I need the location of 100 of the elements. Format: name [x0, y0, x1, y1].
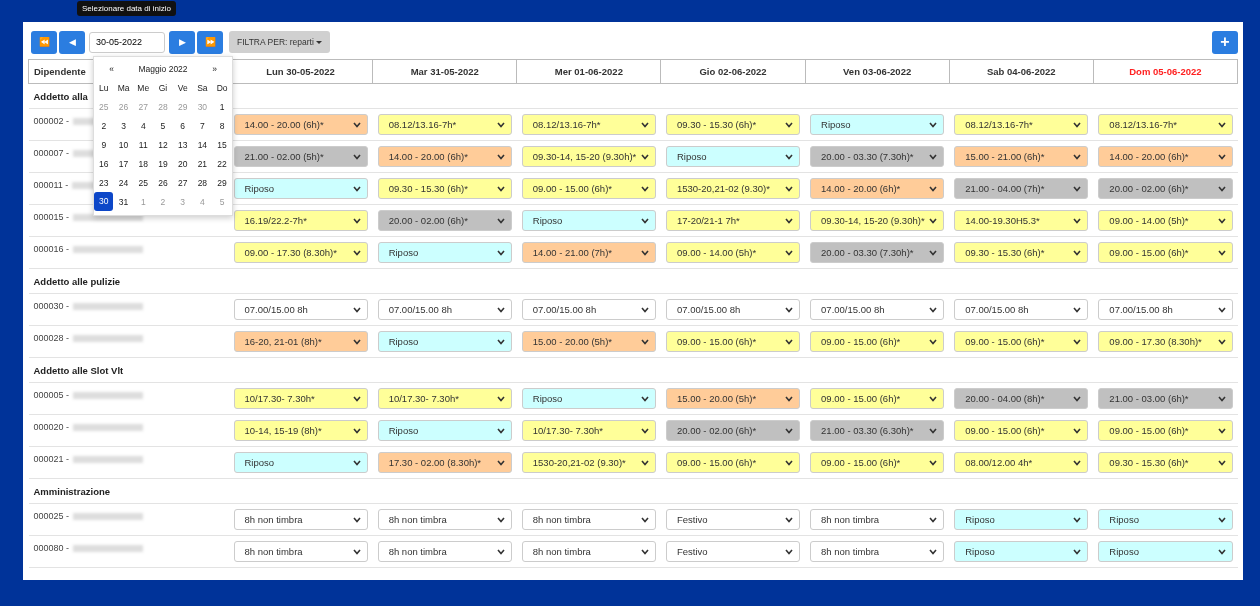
filter-dropdown-button[interactable]: FILTRA PER: reparti: [229, 31, 330, 53]
shift-select[interactable]: 8h non timbra: [810, 509, 945, 530]
shift-select[interactable]: 09.30 - 15.30 (6h)*: [1098, 452, 1233, 473]
shift-select[interactable]: 07.00/15.00 8h: [521, 299, 656, 320]
shift-select[interactable]: 21.00 - 03.00 (6h)*: [1098, 388, 1233, 409]
shift-select[interactable]: 07.00/15.00 8h: [810, 299, 945, 320]
calendar-day[interactable]: 7: [192, 120, 212, 131]
shift-select[interactable]: 09.30-14, 15-20 (9.30h)*: [810, 210, 945, 231]
calendar-day[interactable]: 23: [94, 177, 114, 188]
shift-select[interactable]: 20.00 - 03.30 (7.30h)*: [810, 146, 945, 167]
shift-select[interactable]: 10/17.30- 7.30h*: [377, 388, 512, 409]
shift-select[interactable]: 09.00 - 15.00 (6h)*: [665, 331, 801, 352]
calendar-day[interactable]: 29: [212, 177, 232, 188]
add-button[interactable]: +: [1212, 30, 1238, 54]
next-month-link[interactable]: »: [205, 63, 224, 74]
shift-select[interactable]: Riposo: [665, 146, 801, 167]
shift-select[interactable]: 8h non timbra: [377, 541, 512, 562]
shift-select[interactable]: 09.00 - 15.00 (6h)*: [1098, 420, 1233, 441]
shift-select[interactable]: 07.00/15.00 8h: [377, 299, 512, 320]
shift-select[interactable]: 21.00 - 02.00 (5h)*: [233, 146, 368, 167]
shift-select[interactable]: 09.00 - 15.00 (6h)*: [1098, 242, 1233, 263]
shift-select[interactable]: 08.12/13.16-7h*: [377, 114, 512, 135]
calendar-day[interactable]: 2: [94, 120, 114, 131]
shift-select[interactable]: 21.00 - 04.00 (7h)*: [954, 178, 1089, 199]
shift-select[interactable]: 15.00 - 21.00 (6h)*: [954, 146, 1089, 167]
shift-select[interactable]: 07.00/15.00 8h: [665, 299, 801, 320]
shift-select[interactable]: 09.30 - 15.30 (6h)*: [377, 178, 512, 199]
shift-select[interactable]: 07.00/15.00 8h: [1098, 299, 1233, 320]
shift-select[interactable]: 1530-20,21-02 (9.30)*: [665, 178, 801, 199]
calendar-day[interactable]: 20: [173, 158, 193, 169]
calendar-day[interactable]: 5: [153, 120, 173, 131]
calendar-day[interactable]: 27: [173, 177, 193, 188]
shift-select[interactable]: 14.00 - 21.00 (7h)*: [521, 242, 656, 263]
shift-select[interactable]: 8h non timbra: [233, 509, 368, 530]
next-day-button[interactable]: ▶: [169, 30, 195, 54]
shift-select[interactable]: 09.30 - 15.30 (6h)*: [954, 242, 1089, 263]
shift-select[interactable]: 09.30-14, 15-20 (9.30h)*: [521, 146, 656, 167]
calendar-day[interactable]: 21: [192, 158, 212, 169]
calendar-day[interactable]: 19: [153, 158, 173, 169]
shift-select[interactable]: 09.30 - 15.30 (6h)*: [665, 114, 801, 135]
shift-select[interactable]: Riposo: [954, 509, 1089, 530]
calendar-day[interactable]: 15: [212, 139, 232, 150]
shift-select[interactable]: 09.00 - 15.00 (6h)*: [810, 331, 945, 352]
shift-select[interactable]: 14.00 - 20.00 (6h)*: [377, 146, 512, 167]
calendar-day[interactable]: 22: [212, 158, 232, 169]
shift-select[interactable]: Festivo: [665, 541, 801, 562]
shift-select[interactable]: 09.00 - 14.00 (5h)*: [1098, 210, 1233, 231]
calendar-day[interactable]: 4: [133, 120, 153, 131]
shift-select[interactable]: 14.00 - 20.00 (6h)*: [810, 178, 945, 199]
shift-select[interactable]: 07.00/15.00 8h: [954, 299, 1089, 320]
shift-select[interactable]: 17.30 - 02.00 (8.30h)*: [377, 452, 512, 473]
shift-select[interactable]: 08.12/13.16-7h*: [1098, 114, 1233, 135]
shift-select[interactable]: 20.00 - 02.00 (6h)*: [665, 420, 801, 441]
shift-select[interactable]: 09.00 - 15.00 (6h)*: [810, 388, 945, 409]
shift-select[interactable]: 14.00 - 20.00 (6h)*: [1098, 146, 1233, 167]
shift-select[interactable]: 09.00 - 15.00 (6h)*: [521, 178, 656, 199]
previous-day-button[interactable]: ◀: [59, 30, 85, 54]
shift-select[interactable]: Riposo: [1098, 541, 1233, 562]
shift-select[interactable]: 20.00 - 02.00 (6h)*: [1098, 178, 1233, 199]
calendar-day[interactable]: 1: [212, 101, 232, 112]
calendar-day[interactable]: 16: [94, 158, 114, 169]
calendar-day[interactable]: 10: [114, 139, 134, 150]
calendar-day[interactable]: 12: [153, 139, 173, 150]
calendar-day[interactable]: 18: [133, 158, 153, 169]
shift-select[interactable]: 15.00 - 20.00 (5h)*: [665, 388, 801, 409]
shift-select[interactable]: 8h non timbra: [377, 509, 512, 530]
shift-select[interactable]: 10-14, 15-19 (8h)*: [233, 420, 368, 441]
calendar-day[interactable]: 17: [114, 158, 134, 169]
calendar-day[interactable]: 14: [192, 139, 212, 150]
shift-select[interactable]: 08.12/13.16-7h*: [521, 114, 656, 135]
shift-select[interactable]: 16-20, 21-01 (8h)*: [233, 331, 368, 352]
shift-select[interactable]: 8h non timbra: [810, 541, 945, 562]
shift-select[interactable]: 09.00 - 15.00 (6h)*: [954, 331, 1089, 352]
calendar-day[interactable]: 11: [133, 139, 153, 150]
calendar-day[interactable]: 30: [94, 192, 114, 212]
shift-select[interactable]: 10/17.30- 7.30h*: [521, 420, 656, 441]
shift-select[interactable]: 8h non timbra: [521, 509, 656, 530]
shift-select[interactable]: 07.00/15.00 8h: [233, 299, 368, 320]
calendar-day[interactable]: 28: [192, 177, 212, 188]
shift-select[interactable]: 08.00/12.00 4h*: [954, 452, 1089, 473]
shift-select[interactable]: 20.00 - 03.30 (7.30h)*: [810, 242, 945, 263]
shift-select[interactable]: 20.00 - 04.00 (8h)*: [954, 388, 1089, 409]
shift-select[interactable]: Riposo: [233, 452, 368, 473]
shift-select[interactable]: 20.00 - 02.00 (6h)*: [377, 210, 512, 231]
shift-select[interactable]: 08.12/13.16-7h*: [954, 114, 1089, 135]
calendar-day[interactable]: 26: [153, 177, 173, 188]
shift-select[interactable]: 15.00 - 20.00 (5h)*: [521, 331, 656, 352]
calendar-day[interactable]: 6: [173, 120, 193, 131]
shift-select[interactable]: 09.00 - 15.00 (6h)*: [954, 420, 1089, 441]
calendar-day[interactable]: 3: [114, 120, 134, 131]
shift-select[interactable]: Festivo: [665, 509, 801, 530]
shift-select[interactable]: Riposo: [810, 114, 945, 135]
shift-select[interactable]: 8h non timbra: [233, 541, 368, 562]
shift-select[interactable]: Riposo: [954, 541, 1089, 562]
calendar-day[interactable]: 25: [133, 177, 153, 188]
shift-select[interactable]: 1530-20,21-02 (9.30)*: [521, 452, 656, 473]
shift-select[interactable]: 14.00-19.30H5.3*: [954, 210, 1089, 231]
shift-select[interactable]: Riposo: [377, 420, 512, 441]
shift-select[interactable]: Riposo: [521, 210, 656, 231]
shift-select[interactable]: 09.00 - 14.00 (5h)*: [665, 242, 801, 263]
